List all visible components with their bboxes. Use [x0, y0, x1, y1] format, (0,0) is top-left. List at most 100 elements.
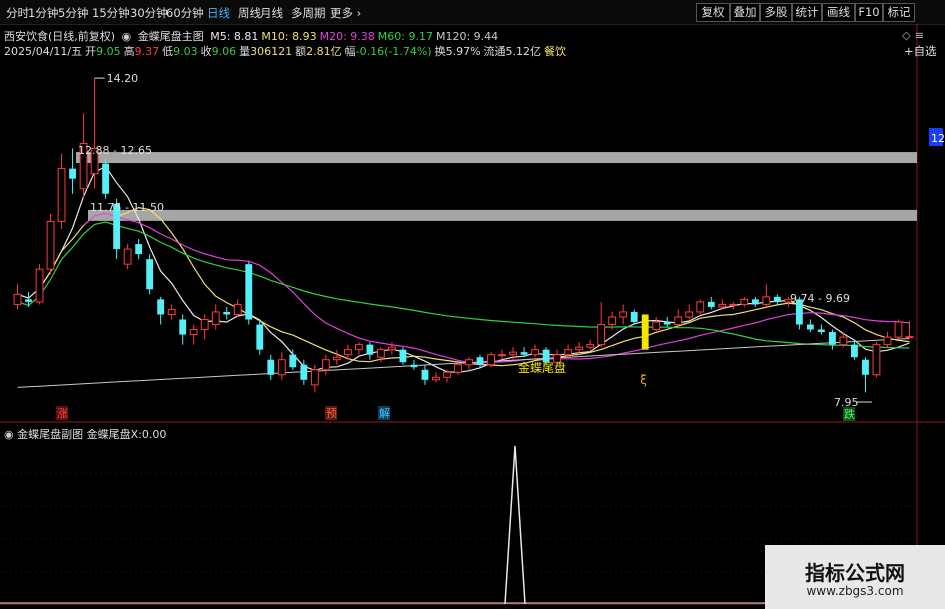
candle-body [102, 163, 110, 194]
candle-body [487, 354, 495, 366]
candle-body [806, 324, 814, 330]
candle-body [167, 308, 176, 315]
candle-body [179, 319, 187, 335]
sub-chart-header: ◉ 金蝶尾盘副图 金蝶尾盘X:0.00 [4, 426, 166, 442]
candle-body [399, 349, 407, 363]
candle-body [256, 324, 264, 350]
candle-body [35, 268, 44, 303]
add-watchlist-button[interactable]: +自选 [904, 43, 937, 59]
candle-body [740, 298, 749, 305]
candle-body [575, 346, 584, 351]
candle-body [321, 359, 330, 371]
candle-body [597, 324, 606, 346]
right-axis-tag-label: 12 [931, 132, 945, 145]
settings-icon[interactable]: ◇ ≡ [902, 28, 924, 42]
band1-label: 12.88 - 12.65 [78, 144, 152, 157]
candle-body [157, 299, 165, 315]
candle-body [69, 168, 76, 179]
band3-label: 9.74 - 9.69 [790, 292, 850, 305]
price-band-1 [76, 152, 917, 164]
candle-body [410, 364, 418, 368]
candle-body [762, 296, 771, 305]
candle-body [388, 346, 396, 351]
candle-body [883, 336, 892, 346]
candle-body [366, 344, 374, 355]
sub-indicator-circle-icon[interactable]: ◉ [4, 428, 14, 441]
high-price-label: 14.20 [107, 72, 139, 85]
candle-body [277, 359, 286, 376]
candle-body [211, 311, 220, 326]
candle-body [498, 354, 506, 357]
candle-body [872, 344, 881, 376]
candle-body [13, 293, 22, 305]
candle-body [200, 318, 209, 331]
candle-body [652, 321, 661, 331]
candle-body [289, 354, 297, 368]
sub-signal-spike [504, 445, 526, 605]
candle-body [685, 311, 694, 318]
price-bands [76, 152, 917, 221]
candle-body [421, 369, 429, 380]
sub-var-value: 0.00 [141, 428, 167, 441]
candle-body [376, 349, 385, 358]
candle-body [300, 364, 308, 380]
candle-body [586, 344, 595, 348]
signal-candle [641, 314, 649, 350]
candle-body [894, 321, 903, 338]
candle-body [189, 329, 198, 336]
candle-body [146, 259, 154, 290]
ma20-line [83, 212, 910, 364]
candle-body [751, 299, 759, 305]
candle-body [608, 316, 617, 326]
candle-body [564, 349, 573, 356]
butterfly-icon: ξ [640, 373, 647, 387]
candle-body [828, 332, 836, 345]
candle-body [46, 220, 55, 270]
candle-body [905, 336, 914, 339]
annotations: 14.20 12.88 - 12.65 11.75 - 11.50 9.74 - 9.… [56, 72, 872, 421]
tag-die: 跌 [844, 407, 855, 421]
band2-label: 11.75 - 11.50 [90, 201, 164, 214]
candle-body [851, 344, 858, 358]
candle-body [123, 248, 132, 265]
candle-body [223, 311, 231, 315]
candle-body [476, 357, 484, 365]
candle-body [862, 359, 869, 375]
candle-body [135, 244, 143, 255]
sub-var-label: 金蝶尾盘X: [86, 428, 142, 441]
candle-body [531, 349, 539, 356]
candle-body [343, 349, 352, 356]
candle-body [839, 336, 848, 346]
watermark-url: www.zbgs3.com [806, 584, 904, 598]
candle-body [454, 364, 462, 373]
candle-body [729, 303, 738, 306]
sub-indicator-name[interactable]: 金蝶尾盘副图 [17, 428, 83, 441]
candle-body [354, 344, 363, 351]
sub-chart [0, 445, 765, 605]
candle-body [432, 376, 440, 381]
candle-body [707, 301, 715, 307]
candle-body [245, 264, 253, 320]
candle-body [718, 303, 727, 308]
candle-body [443, 371, 451, 378]
candle-body [465, 359, 473, 366]
price-band-2 [88, 209, 917, 221]
candle-body [773, 296, 781, 302]
signal-label: 金蝶尾盘 [518, 360, 566, 375]
candle-body [817, 329, 825, 333]
candle-body [619, 311, 628, 318]
chart-grid: 12 [0, 24, 945, 609]
candle-body [696, 301, 705, 313]
candle-body [233, 303, 242, 315]
candle-body [267, 359, 275, 375]
candle-body [630, 311, 638, 322]
watermark-logo: 指标公式网 www.zbgs3.com [765, 545, 945, 609]
candle-body [663, 322, 671, 325]
candle-body [57, 168, 66, 222]
candle-body [310, 369, 319, 386]
watermark-title: 指标公式网 [805, 561, 905, 585]
tag-zhang: 涨 [57, 407, 68, 420]
candle-body [332, 356, 341, 361]
kline-chart[interactable]: 12 14.20 12.88 - 12.65 11.75 - 11.50 9.74 -… [0, 0, 945, 609]
tag-yu: 预 [326, 407, 337, 420]
